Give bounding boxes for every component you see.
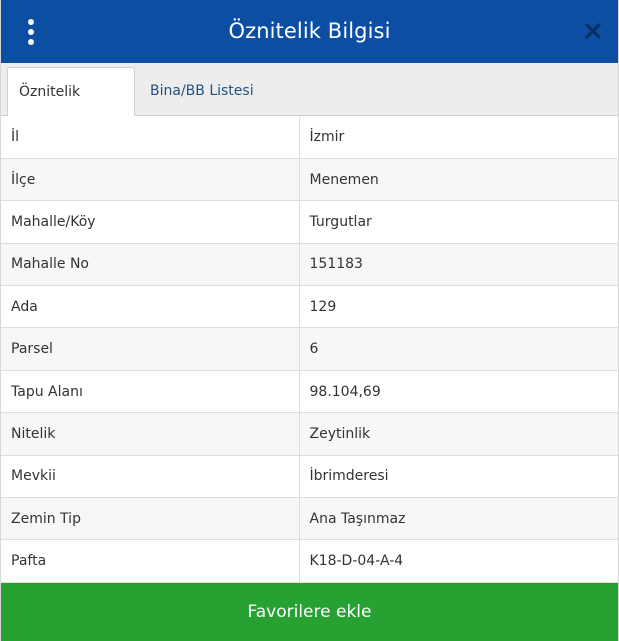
attribute-value: İzmir (299, 116, 618, 159)
table-row: Tapu Alanı 98.104,69 (1, 370, 618, 414)
attribute-key: Tapu Alanı (1, 370, 300, 414)
attribute-key: İl (1, 116, 300, 159)
panel-header: Öznitelik Bilgisi (1, 0, 618, 63)
table-row: İl İzmir (1, 116, 618, 159)
table-row: Nitelik Zeytinlik (1, 412, 618, 456)
attribute-key: Zemin Tip (1, 497, 300, 541)
attribute-key: İlçe (1, 158, 300, 202)
tab-building-list[interactable]: Bina/BB Listesi (139, 67, 265, 116)
table-row: Mevkii İbrimderesi (1, 455, 618, 499)
attribute-key: Pafta (1, 539, 300, 583)
attribute-value: 129 (299, 285, 618, 329)
attribute-value: Zeytinlik (299, 412, 618, 456)
attribute-info-panel: Öznitelik Bilgisi Öznitelik Bilgisi Bina… (0, 0, 619, 641)
table-row: Ada 129 (1, 285, 618, 329)
attribute-key: Mevkii (1, 455, 300, 499)
table-row: Pafta K18-D-04-A-4 (1, 539, 618, 583)
table-row: Mahalle No 151183 (1, 243, 618, 287)
close-button[interactable] (580, 18, 606, 44)
table-row: İlçe Menemen (1, 158, 618, 202)
tab-attribute-info[interactable]: Öznitelik Bilgisi (7, 67, 135, 148)
attribute-value: 98.104,69 (299, 370, 618, 414)
attribute-value: K18-D-04-A-4 (299, 539, 618, 583)
panel-title: Öznitelik Bilgisi (228, 19, 391, 43)
attribute-table: İl İzmir İlçe Menemen Mahalle/Köy Turgut… (1, 116, 618, 583)
attribute-key: Nitelik (1, 412, 300, 456)
table-row: Zemin Tip Ana Taşınmaz (1, 497, 618, 541)
attribute-value: Turgutlar (299, 200, 618, 244)
attribute-value: 6 (299, 327, 618, 371)
tab-bar: Öznitelik Bilgisi Bina/BB Listesi (1, 63, 618, 148)
attribute-key: Ada (1, 285, 300, 329)
close-icon (585, 23, 601, 39)
table-row: Parsel 6 (1, 327, 618, 371)
table-row: Mahalle/Köy Turgutlar (1, 200, 618, 244)
attribute-key: Mahalle/Köy (1, 200, 300, 244)
attribute-value: İbrimderesi (299, 455, 618, 499)
attribute-value: Menemen (299, 158, 618, 202)
attribute-key: Parsel (1, 327, 300, 371)
add-to-favorites-button[interactable]: Favorilere ekle (1, 583, 618, 641)
attribute-value: Ana Taşınmaz (299, 497, 618, 541)
attribute-key: Mahalle No (1, 243, 300, 287)
attribute-value: 151183 (299, 243, 618, 287)
